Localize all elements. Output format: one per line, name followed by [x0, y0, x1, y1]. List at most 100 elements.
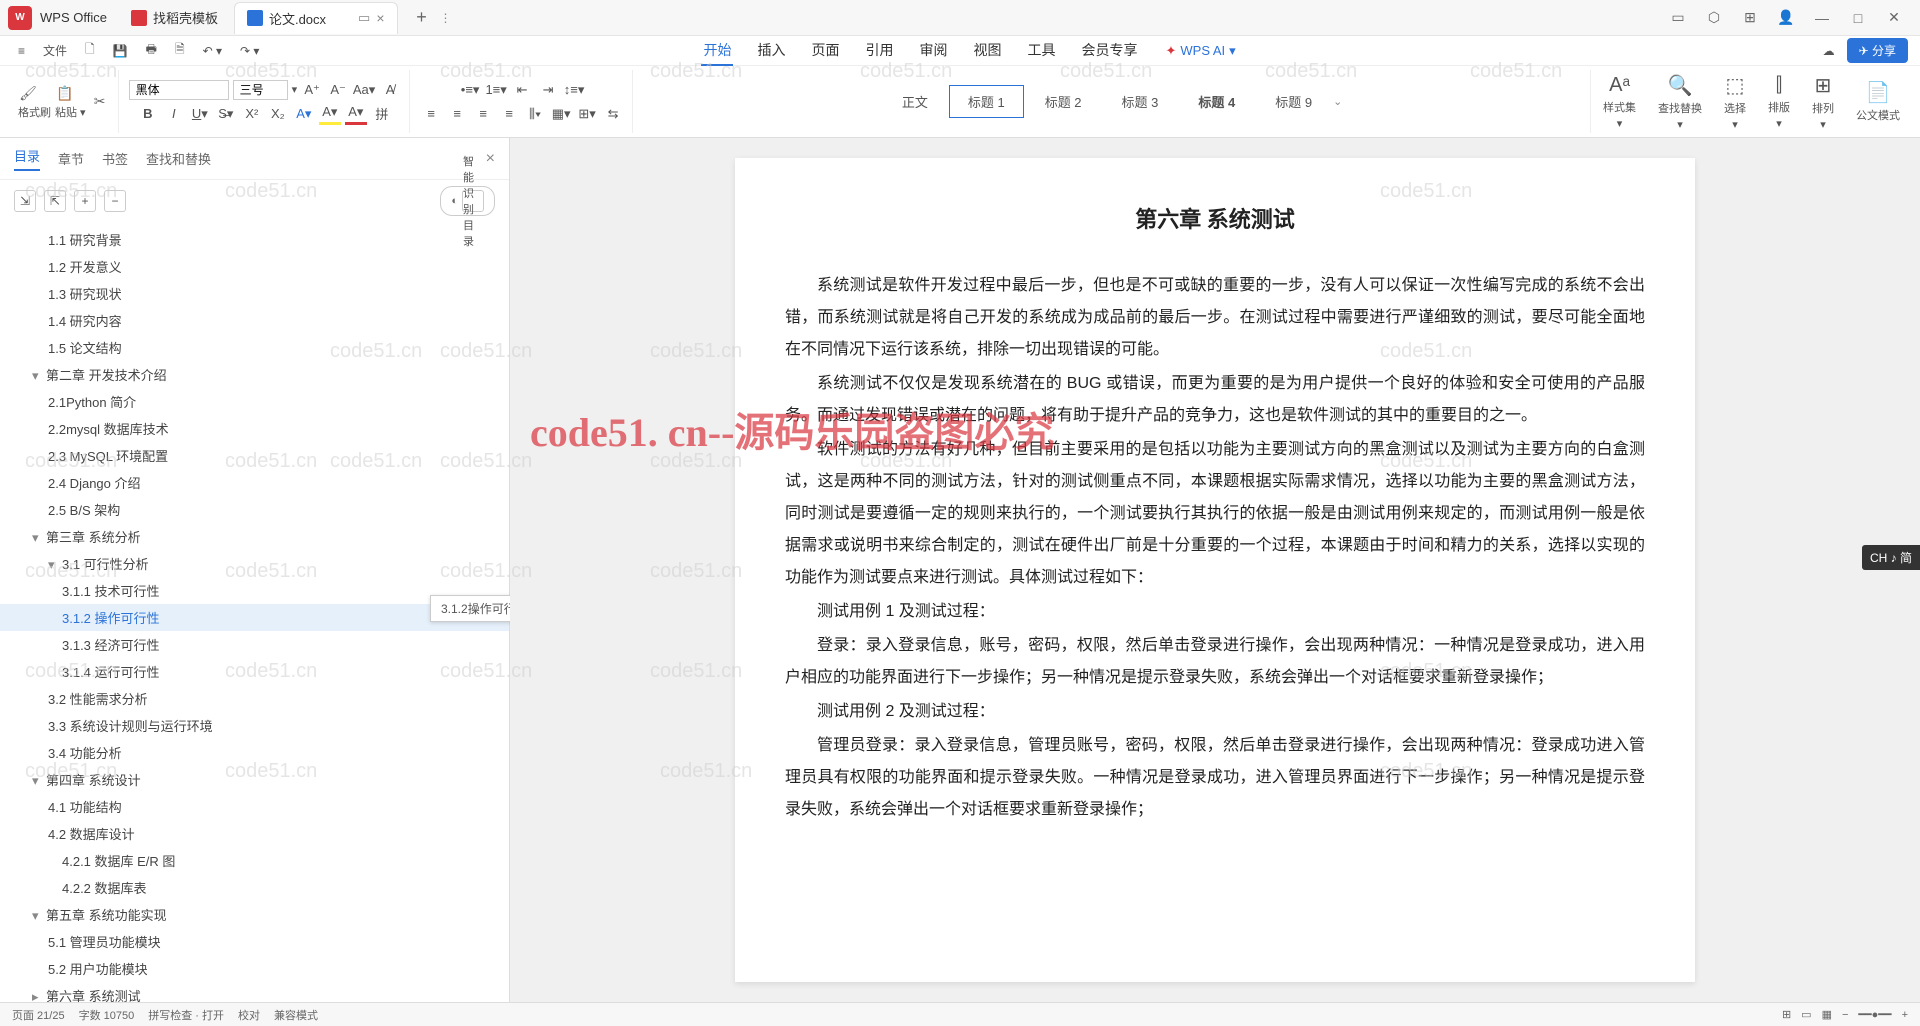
toc-item[interactable]: 1.1 研究背景: [0, 226, 509, 253]
tab-icon[interactable]: ⇆: [602, 103, 624, 125]
maximize-button[interactable]: □: [1840, 4, 1876, 32]
style-set-button[interactable]: Aᵃ样式集▾: [1593, 70, 1646, 134]
style-h9[interactable]: 标题 9: [1256, 85, 1331, 118]
status-words[interactable]: 字数 10750: [79, 1007, 135, 1023]
view-mode-icon[interactable]: ⊞: [1782, 1008, 1791, 1021]
toc-item[interactable]: ▾第三章 系统分析: [0, 523, 509, 550]
toc-item[interactable]: 3.1.4 运行可行性: [0, 658, 509, 685]
status-proof[interactable]: 校对: [238, 1007, 260, 1023]
tab-insert[interactable]: 插入: [755, 36, 787, 66]
bullets-icon[interactable]: •≡▾: [459, 79, 481, 101]
tab-view[interactable]: 视图: [971, 36, 1003, 66]
add-tab-button[interactable]: +: [410, 6, 434, 30]
toc-item[interactable]: 4.1 功能结构: [0, 793, 509, 820]
nav-tab-find[interactable]: 查找和替换: [146, 149, 211, 168]
increase-font-icon[interactable]: A⁺: [301, 79, 323, 101]
toc-item[interactable]: 1.2 开发意义: [0, 253, 509, 280]
tab-reference[interactable]: 引用: [863, 36, 895, 66]
tab-tools[interactable]: 工具: [1025, 36, 1057, 66]
toc-item[interactable]: 3.2 性能需求分析: [0, 685, 509, 712]
tab-member[interactable]: 会员专享: [1079, 36, 1139, 66]
plus-icon[interactable]: +: [74, 190, 96, 212]
toc-item[interactable]: ▾3.1 可行性分析: [0, 550, 509, 577]
style-h4[interactable]: 标题 4: [1179, 85, 1254, 118]
toc-item[interactable]: 5.1 管理员功能模块: [0, 928, 509, 955]
underline-button[interactable]: U▾: [189, 103, 211, 125]
font-size-select[interactable]: [233, 80, 288, 100]
toc-item[interactable]: 5.2 用户功能模块: [0, 955, 509, 982]
cloud-icon[interactable]: ☁: [1817, 40, 1841, 62]
hamburger-icon[interactable]: ≡: [12, 40, 31, 62]
print-icon[interactable]: 🖶: [140, 36, 163, 65]
order-button[interactable]: ⊞排列▾: [1802, 69, 1844, 135]
toc-item[interactable]: ▸第六章 系统测试: [0, 982, 509, 1002]
toc-item[interactable]: 2.4 Django 介绍: [0, 469, 509, 496]
nav-tab-bookmark[interactable]: 书签: [102, 149, 128, 168]
toc-item[interactable]: 3.3 系统设计规则与运行环境: [0, 712, 509, 739]
toc-item[interactable]: 1.3 研究现状: [0, 280, 509, 307]
toc-item[interactable]: 2.3 MySQL 环境配置: [0, 442, 509, 469]
ime-indicator[interactable]: CH ♪ 简: [1862, 545, 1920, 570]
toc-item[interactable]: ▾第五章 系统功能实现: [0, 901, 509, 928]
toc-item[interactable]: 2.5 B/S 架构: [0, 496, 509, 523]
distribute-icon[interactable]: ⫼▾: [524, 103, 546, 125]
find-replace-button[interactable]: 🔍查找替换▾: [1648, 69, 1712, 135]
tab-document[interactable]: 论文.docx ▭ ×: [234, 2, 398, 34]
doc-mode-button[interactable]: 📄公文模式: [1846, 76, 1910, 127]
shading-icon[interactable]: ▦▾: [550, 103, 572, 125]
read-mode-icon[interactable]: ▭: [1801, 1008, 1811, 1021]
toc-item[interactable]: 4.2.2 数据库表: [0, 874, 509, 901]
font-color-icon[interactable]: A▾: [345, 103, 367, 125]
toc-item[interactable]: 1.4 研究内容: [0, 307, 509, 334]
toc-item[interactable]: ▾第二章 开发技术介绍: [0, 361, 509, 388]
minimize-button[interactable]: —: [1804, 4, 1840, 32]
align-left-icon[interactable]: ≡: [420, 103, 442, 125]
preview-icon[interactable]: 🗎: [169, 36, 191, 65]
decrease-font-icon[interactable]: A⁻: [327, 79, 349, 101]
zoom-slider[interactable]: ━━●━━: [1858, 1008, 1891, 1021]
align-right-icon[interactable]: ≡: [472, 103, 494, 125]
tab-menu-icon[interactable]: ▭: [358, 10, 370, 26]
tab-list-icon[interactable]: ⋮: [440, 11, 452, 25]
cube-icon[interactable]: ⬡: [1696, 4, 1732, 32]
redo-button[interactable]: ↷ ▾: [234, 40, 265, 62]
toc-item[interactable]: 4.2 数据库设计: [0, 820, 509, 847]
collapse-icon[interactable]: ⇲: [14, 190, 36, 212]
minus-icon[interactable]: −: [104, 190, 126, 212]
cut-icon[interactable]: ✂: [90, 92, 110, 112]
status-page[interactable]: 页面 21/25: [12, 1007, 65, 1023]
undo-button[interactable]: ↶ ▾: [197, 40, 228, 62]
status-mode[interactable]: 兼容模式: [274, 1007, 318, 1023]
tab-template[interactable]: 找稻壳模板: [119, 2, 230, 33]
phonetic-icon[interactable]: 拼: [371, 103, 393, 125]
line-spacing-icon[interactable]: ↕≡▾: [563, 79, 585, 101]
expand-icon[interactable]: ⇱: [44, 190, 66, 212]
italic-button[interactable]: I: [163, 103, 185, 125]
style-more-icon[interactable]: ⌄: [1333, 95, 1342, 108]
align-justify-icon[interactable]: ≡: [498, 103, 520, 125]
nav-close-icon[interactable]: ×: [486, 150, 495, 168]
toc-item[interactable]: 1.5 论文结构: [0, 334, 509, 361]
document-area[interactable]: 第六章 系统测试 系统测试是软件开发过程中最后一步，但也是不可或缺的重要的一步，…: [510, 138, 1920, 1002]
style-h1[interactable]: 标题 1: [949, 85, 1024, 118]
clear-format-icon[interactable]: A̸: [379, 79, 401, 101]
style-normal[interactable]: 正文: [883, 85, 947, 118]
status-spell[interactable]: 拼写检查 · 打开: [148, 1007, 224, 1023]
close-icon[interactable]: ×: [376, 10, 384, 26]
change-case-icon[interactable]: Aa▾: [353, 79, 375, 101]
indent-inc-icon[interactable]: ⇥: [537, 79, 559, 101]
bold-button[interactable]: B: [137, 103, 159, 125]
indent-dec-icon[interactable]: ⇤: [511, 79, 533, 101]
toc-item[interactable]: ▾第四章 系统设计: [0, 766, 509, 793]
wps-ai-button[interactable]: ✦WPS AI ▾: [1165, 43, 1235, 59]
new-icon[interactable]: 🗋: [79, 36, 101, 65]
select-button[interactable]: ⬚选择▾: [1714, 69, 1756, 135]
nav-tab-chapter[interactable]: 章节: [58, 149, 84, 168]
superscript-button[interactable]: X²: [241, 103, 263, 125]
format-painter-icon[interactable]: 🖌: [18, 84, 38, 104]
border-icon[interactable]: ⊞▾: [576, 103, 598, 125]
toc-item[interactable]: 2.2mysql 数据库技术: [0, 415, 509, 442]
highlight-icon[interactable]: A▾: [319, 103, 341, 125]
font-family-select[interactable]: [129, 80, 229, 100]
restore-icon[interactable]: ▭: [1660, 4, 1696, 32]
